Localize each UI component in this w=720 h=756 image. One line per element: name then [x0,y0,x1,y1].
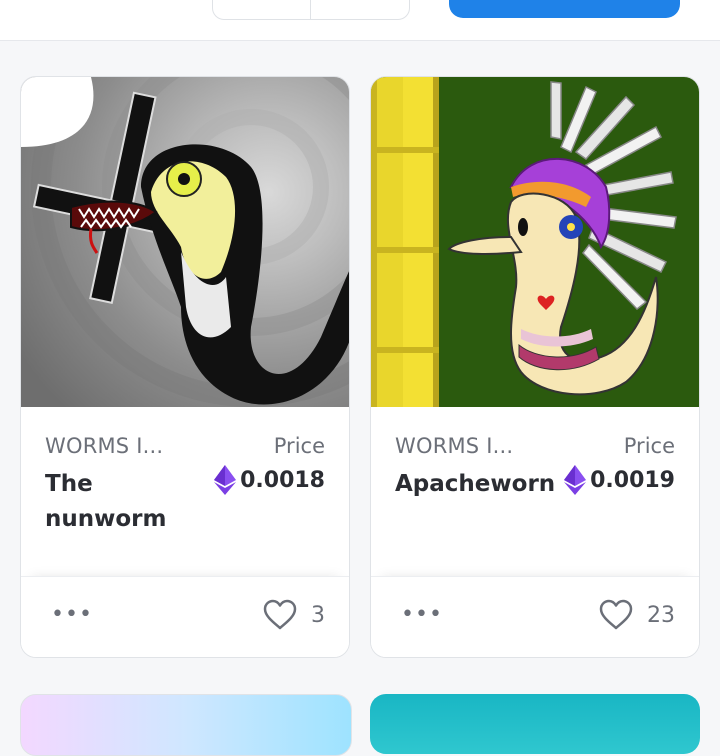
nft-artwork[interactable] [21,77,349,407]
nft-artwork[interactable] [371,77,699,407]
collection-name[interactable]: WORMS I... [45,434,163,458]
card-footer: ••• 23 [371,576,699,657]
price: 0.0018 [214,465,325,495]
like-count: 23 [647,602,675,628]
nft-info: WORMS I... Price Apacheworn 0.0019 [371,407,699,581]
price: 0.0019 [564,465,675,495]
top-bar [0,0,720,41]
ethereum-icon [564,465,587,495]
price-label: Price [623,434,675,458]
nft-card[interactable]: WORMS I... Price The nunworm 0.0018 ••• … [20,76,350,658]
segmented-control[interactable] [212,0,410,20]
nft-name[interactable]: Apacheworn [395,467,565,502]
collection-name[interactable]: WORMS I... [395,434,513,458]
card-footer: ••• 3 [21,576,349,657]
primary-action-button[interactable] [449,0,680,18]
like-count: 3 [311,602,325,628]
price-value: 0.0019 [590,467,675,493]
nft-card-partial[interactable] [370,694,700,754]
nft-name[interactable]: The nunworm [45,467,215,537]
nft-card-partial[interactable] [20,694,352,756]
like-button[interactable]: 3 [263,599,325,631]
more-options-icon[interactable]: ••• [51,602,93,627]
heart-icon[interactable] [599,599,633,631]
nft-card[interactable]: WORMS I... Price Apacheworn 0.0019 ••• 2… [370,76,700,658]
more-options-icon[interactable]: ••• [401,602,443,627]
price-value: 0.0018 [240,467,325,493]
ethereum-icon [214,465,237,495]
segment-divider [310,0,311,19]
apacheworn-artwork [371,77,699,407]
nunworm-artwork [21,77,349,407]
like-button[interactable]: 23 [599,599,675,631]
price-label: Price [273,434,325,458]
nft-info: WORMS I... Price The nunworm 0.0018 [21,407,349,581]
heart-icon[interactable] [263,599,297,631]
